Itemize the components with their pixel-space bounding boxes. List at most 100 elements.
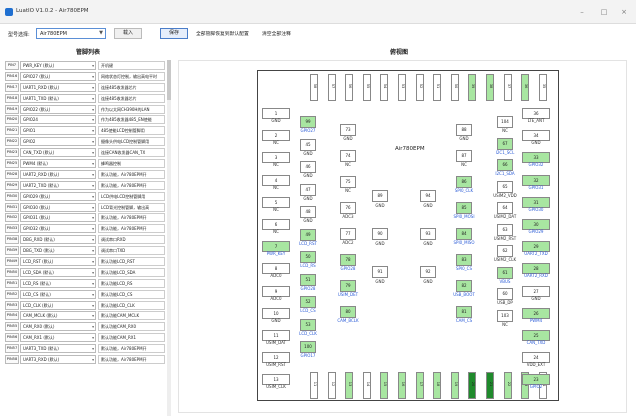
scrollbar-thumb[interactable] bbox=[167, 60, 171, 100]
top-pin-pad[interactable]: 51 bbox=[433, 74, 442, 101]
center-pad[interactable]: 92 bbox=[420, 266, 436, 278]
pin-function-select[interactable]: CAM_MCLK (默认) ▾ bbox=[20, 311, 96, 321]
pin-note-input[interactable]: 默认功能，Air780EPM开 bbox=[98, 169, 165, 179]
inner-pin-pad[interactable]: 79 bbox=[340, 280, 356, 292]
inner-pin-pad[interactable]: 84 bbox=[456, 228, 472, 240]
pin-function-select[interactable]: LCD_CLK (默认) ▾ bbox=[20, 300, 96, 310]
inner-pin-pad[interactable]: 64 bbox=[497, 202, 513, 214]
pin-function-select[interactable]: GPIO30 (默认) ▾ bbox=[20, 202, 96, 212]
top-pin-pad[interactable]: 58 bbox=[310, 74, 318, 101]
center-pad[interactable]: 89 bbox=[372, 190, 388, 202]
inner-pin-pad[interactable]: 86 bbox=[456, 176, 472, 188]
inner-pin-pad[interactable]: 87 bbox=[456, 150, 472, 162]
reset-all-button[interactable]: 全部管脚恢复到默认配置 bbox=[196, 30, 249, 37]
pin-note-input[interactable]: 485使能LCD控制管脚用 bbox=[98, 126, 165, 136]
pin-note-input[interactable]: 默认功能CAM_RX1 bbox=[98, 333, 165, 343]
pin-note-input[interactable]: 默认功能CAM_MCLK bbox=[98, 311, 165, 321]
pin-note-input[interactable]: 默认功能，Air780EPM开 bbox=[98, 344, 165, 354]
inner-pin-pad[interactable]: 78 bbox=[340, 254, 356, 266]
inner-pin-pad[interactable]: 49 bbox=[300, 228, 316, 241]
pin-function-select[interactable]: GPIO24 ▾ bbox=[20, 115, 96, 125]
inner-pin-pad[interactable]: 80 bbox=[340, 306, 356, 318]
bottom-pin-pad[interactable]: 14 bbox=[362, 372, 371, 399]
inner-pin-pad[interactable]: 52 bbox=[300, 296, 316, 308]
model-select[interactable]: Air780EPM ▼ bbox=[36, 28, 106, 39]
pin-note-input[interactable]: 默认功能，Air780EPM开 bbox=[98, 355, 165, 365]
pin-function-select[interactable]: LCD_RST (默认) ▾ bbox=[20, 257, 96, 267]
pin-function-select[interactable]: GPIO32 (默认) ▾ bbox=[20, 224, 96, 234]
pin-function-select[interactable]: UART2_RXD (默认) ▾ bbox=[20, 169, 96, 179]
pin-note-input[interactable]: 作为以太网CH390H的LAN bbox=[98, 104, 165, 114]
inner-pin-pad[interactable]: 88 bbox=[456, 124, 472, 136]
pin-function-select[interactable]: UART1_TXD (默认) ▾ bbox=[20, 93, 96, 103]
inner-pin-pad[interactable]: 63 bbox=[497, 223, 513, 236]
pin-function-select[interactable]: LCD_CS (默认) ▾ bbox=[20, 289, 96, 299]
pin-note-input[interactable]: LCD供电LCD控制管脚用 bbox=[98, 191, 165, 201]
inner-pin-pad[interactable]: 53 bbox=[300, 318, 316, 331]
pin-function-select[interactable]: GPIO31 (默认) ▾ bbox=[20, 213, 96, 223]
inner-pin-pad[interactable]: 104 bbox=[497, 116, 513, 128]
top-pin-pad[interactable]: 56 bbox=[345, 74, 354, 101]
inner-pin-pad[interactable]: 45 bbox=[300, 138, 316, 151]
bottom-pin-pad[interactable]: 13 bbox=[345, 372, 354, 399]
maximize-button[interactable]: □ bbox=[598, 6, 610, 18]
bottom-pin-pad[interactable]: 21 bbox=[486, 372, 494, 399]
bottom-pin-pad[interactable]: 22 bbox=[503, 372, 512, 399]
pin-note-input[interactable]: 默认功能LCD_RST bbox=[98, 257, 165, 267]
center-pad[interactable]: 94 bbox=[420, 190, 436, 202]
inner-pin-pad[interactable]: 48 bbox=[300, 206, 316, 218]
inner-pin-pad[interactable]: 47 bbox=[300, 183, 316, 196]
inner-pin-pad[interactable]: 103 bbox=[497, 309, 513, 322]
bottom-pin-pad[interactable]: 16 bbox=[398, 372, 406, 399]
pin-note-input[interactable]: LCD背光控制管脚，输出高 bbox=[98, 202, 165, 212]
pin-note-input[interactable]: 开机键 bbox=[98, 61, 165, 70]
pin-function-select[interactable]: GPIO1 ▾ bbox=[20, 126, 96, 136]
pin-list-scrollbar[interactable] bbox=[167, 60, 171, 416]
bottom-pin-pad[interactable]: 15 bbox=[380, 372, 389, 399]
pin-function-select[interactable]: UART2_TXD (默认) ▾ bbox=[20, 180, 96, 190]
pin-function-select[interactable]: DBG_RXD (默认) ▾ bbox=[20, 235, 96, 245]
pin-note-input[interactable]: 连接CAN收发器CAN_TX bbox=[98, 148, 165, 158]
pin-function-select[interactable]: LCD_SDA (默认) ▾ bbox=[20, 267, 96, 277]
pin-function-select[interactable]: GPIO27 (默认) ▾ bbox=[20, 71, 96, 81]
top-pin-pad[interactable]: 35 bbox=[538, 74, 547, 101]
pin-function-select[interactable]: UART3_TXD (默认) ▾ bbox=[20, 344, 96, 354]
pin-note-input[interactable]: 默认功能，Air780EPM开 bbox=[98, 180, 165, 190]
center-pad[interactable]: 93 bbox=[420, 228, 436, 240]
pin-function-select[interactable]: PWM4 (默认) ▾ bbox=[20, 159, 96, 169]
inner-pin-pad[interactable]: 82 bbox=[456, 280, 472, 292]
pin-function-select[interactable]: CAM_RX1 (默认) ▾ bbox=[20, 333, 96, 343]
inner-pin-pad[interactable]: 85 bbox=[456, 202, 472, 214]
pin-function-select[interactable]: CAM_RX0 (默认) ▾ bbox=[20, 322, 96, 332]
inner-pin-pad[interactable]: 50 bbox=[300, 251, 316, 263]
pin-function-select[interactable]: GPIO2 ▾ bbox=[20, 137, 96, 147]
pin-note-input[interactable]: 网络状态灯控制，输出高电平时 bbox=[98, 71, 165, 81]
inner-pin-pad[interactable]: 62 bbox=[497, 245, 513, 257]
pin-note-input[interactable]: 默认功能CAM_RX0 bbox=[98, 322, 165, 332]
top-pin-pad[interactable]: 54 bbox=[380, 74, 389, 101]
clear-notes-button[interactable]: 清空全部注释 bbox=[262, 30, 291, 37]
close-button[interactable]: × bbox=[618, 6, 630, 18]
pin-note-input[interactable]: 默认功能LCD_CLK bbox=[98, 300, 165, 310]
bottom-pin-pad[interactable]: 18 bbox=[433, 372, 442, 399]
pin-function-select[interactable]: CAN_TXD (默认) ▾ bbox=[20, 148, 96, 158]
bottom-pin-pad[interactable]: 12 bbox=[327, 372, 336, 399]
inner-pin-pad[interactable]: 83 bbox=[456, 254, 472, 266]
bottom-pin-pad[interactable]: 20 bbox=[468, 372, 477, 399]
save-button[interactable]: 保存 bbox=[160, 28, 188, 39]
top-pin-pad[interactable]: 57 bbox=[327, 74, 336, 101]
inner-pin-pad[interactable]: 60 bbox=[497, 288, 513, 300]
pin-note-input[interactable]: 作为485收发器485_EN使能 bbox=[98, 115, 165, 125]
pin-note-input[interactable]: 默认功能，Air780EPM开 bbox=[98, 224, 165, 234]
bottom-pin-pad[interactable]: 17 bbox=[415, 372, 424, 399]
pin-function-select[interactable]: GPIO29 (默认) ▾ bbox=[20, 191, 96, 201]
top-pin-pad[interactable]: 53 bbox=[398, 74, 406, 101]
inner-pin-pad[interactable]: 61 bbox=[497, 266, 513, 279]
pin-note-input[interactable]: 连接485收发器芯片 bbox=[98, 82, 165, 92]
inner-pin-pad[interactable]: 100 bbox=[300, 341, 316, 353]
pin-function-select[interactable]: LCD_RS (默认) ▾ bbox=[20, 278, 96, 288]
inner-pin-pad[interactable]: 73 bbox=[340, 124, 356, 136]
inner-pin-pad[interactable]: 51 bbox=[300, 273, 316, 286]
top-pin-pad[interactable]: 37 bbox=[503, 74, 512, 101]
top-pin-pad[interactable]: 36 bbox=[521, 74, 530, 101]
